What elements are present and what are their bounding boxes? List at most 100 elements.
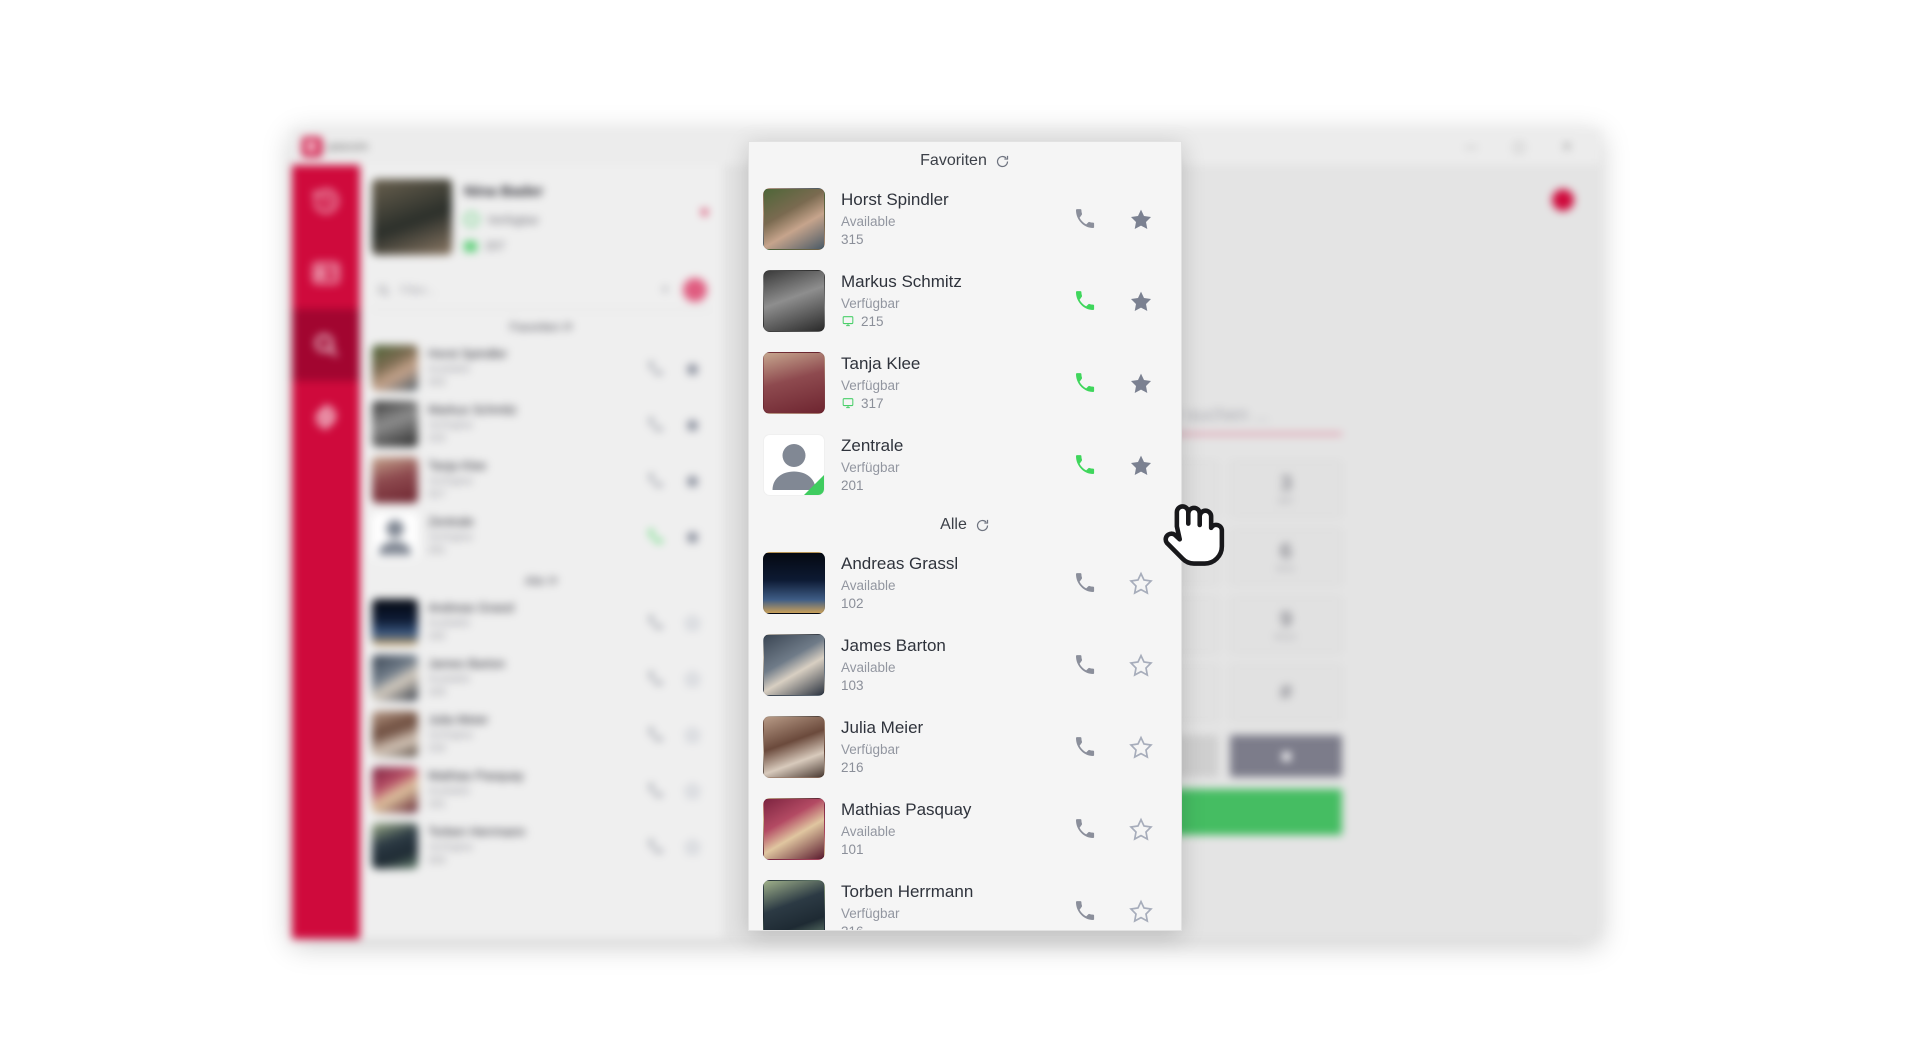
call-contact-button[interactable] [647,472,664,489]
maximize-button[interactable]: ▢ [1512,140,1526,154]
contact-meta: Mathias Pasquay Available 101 [825,799,1073,858]
favorite-toggle-button[interactable] [1129,735,1153,759]
call-contact-button[interactable] [1073,653,1097,677]
section-header-alle: Alle [749,506,1181,542]
contact-row[interactable]: Tanja Klee Verfügbar 317 [360,452,723,508]
contact-extension-row: 201 [841,477,1073,495]
favorite-toggle-button[interactable] [684,472,701,489]
contact-row[interactable]: James Barton Available 103 [749,624,1181,706]
favorite-toggle-button[interactable] [684,837,701,855]
contact-row[interactable]: Mathias Pasquay Available 101 [360,762,723,818]
contact-row[interactable]: Markus Schmitz Verfügbar 215 [749,260,1181,342]
contact-row[interactable]: Tanja Klee Verfügbar 317 [749,342,1181,424]
avatar [372,599,418,645]
call-contact-button[interactable] [1073,817,1097,841]
avatar [372,767,418,813]
call-contact-button[interactable] [1073,453,1097,477]
filter-action-button[interactable] [683,278,707,302]
sidebar-item-settings[interactable] [292,381,360,453]
contact-row[interactable]: Mathias Pasquay Available 101 [749,788,1181,870]
favorite-toggle-button[interactable] [1129,653,1153,677]
chevron-down-icon[interactable]: ▼ [698,205,711,220]
favorite-toggle-button[interactable] [684,781,701,799]
favorite-toggle-button[interactable] [684,528,701,545]
contact-row[interactable]: Horst Spindler Available 315 [749,178,1181,260]
call-contact-button[interactable] [647,528,664,545]
favorite-toggle-button[interactable] [684,416,701,433]
contact-actions [647,360,711,377]
contact-meta: Zentrale Verfügbar 201 [825,435,1073,494]
dialpad-key-9[interactable]: 9 wxyz [1230,597,1342,653]
contact-row[interactable]: Julia Meier Verfügbar 216 [749,706,1181,788]
contact-status: Available [841,659,896,675]
favorite-toggle-button[interactable] [684,669,701,687]
favorite-toggle-button[interactable] [1129,899,1153,923]
favorite-toggle-button[interactable] [1129,453,1153,477]
favorite-toggle-button[interactable] [1129,289,1153,313]
contact-name: Julia Meier [428,713,489,728]
contact-status: Verfügbar [841,295,900,311]
contact-status: Verfügbar [428,728,474,741]
refresh-icon[interactable] [995,154,1010,169]
favorite-toggle-button[interactable] [1129,371,1153,395]
contact-row[interactable]: Andreas Grassl Available 102 [360,594,723,650]
contact-row[interactable]: James Barton Available 103 [360,650,723,706]
minimize-button[interactable]: — [1464,140,1478,154]
contact-row[interactable]: Torben HerrmannVerfügbar316 [749,870,1181,930]
contact-name: James Barton [428,657,506,672]
avatar [763,634,825,696]
call-contact-button[interactable] [1073,371,1097,395]
favorite-toggle-button[interactable] [684,725,701,743]
call-contact-button[interactable] [647,782,664,799]
record-button[interactable] [1230,735,1342,777]
call-contact-button[interactable] [1073,735,1097,759]
sidebar-item-search[interactable] [292,309,360,381]
refresh-icon[interactable] [975,518,990,533]
section-header-favoriten: Favoriten [749,142,1181,178]
favorite-toggle-button[interactable] [684,613,701,631]
avatar [372,823,418,869]
section-title: Favoriten [920,152,987,169]
contact-actions [1073,289,1167,313]
close-button[interactable]: ✕ [1560,140,1574,154]
contact-row[interactable]: Markus Schmitz Verfügbar 215 [360,396,723,452]
current-user-name: Nina Bader [464,183,544,200]
filter-input[interactable]: Filter... [400,283,651,297]
contact-row[interactable]: Horst Spindler Available 315 [360,340,723,396]
contact-status: Available [428,784,471,797]
current-user-card[interactable]: Nina Bader Verfügbar 207 ▼ [360,165,723,265]
dialpad-key-6[interactable]: 6 mno [1230,529,1342,585]
contact-extension-row: 215 [841,313,1073,331]
call-contact-button[interactable] [647,614,664,631]
dialpad-key-3[interactable]: 3 def [1230,461,1342,517]
favorite-toggle-button[interactable] [1129,571,1153,595]
contact-meta: Zentrale Verfügbar 201 [428,515,637,557]
call-contact-button[interactable] [647,416,664,433]
avatar [372,401,418,447]
call-contact-button[interactable] [1073,207,1097,231]
call-contact-button[interactable] [647,838,664,855]
dialpad-close-button[interactable] [1552,189,1574,211]
call-contact-button[interactable] [1073,899,1097,923]
filter-bar[interactable]: Filter... ▼ [372,271,711,310]
contact-status: Verfügbar [428,474,474,487]
sidebar-item-history[interactable] [292,165,360,237]
contact-actions [647,472,711,489]
call-contact-button[interactable] [647,726,664,743]
chevron-down-icon[interactable]: ▼ [660,285,670,296]
contact-row[interactable]: Torben HerrmannVerfügbar316 [360,818,723,874]
contact-row[interactable]: Julia Meier Verfügbar 216 [360,706,723,762]
contact-extension: 201 [841,478,864,494]
contact-row[interactable]: Zentrale Verfügbar 201 [749,424,1181,506]
favorite-toggle-button[interactable] [1129,817,1153,841]
call-contact-button[interactable] [647,360,664,377]
dialpad-key-#[interactable]: # [1230,665,1342,721]
contact-row[interactable]: Zentrale Verfügbar 201 [360,508,723,564]
sidebar-item-contacts[interactable] [292,237,360,309]
favorite-toggle-button[interactable] [1129,207,1153,231]
call-contact-button[interactable] [1073,571,1097,595]
call-contact-button[interactable] [647,670,664,687]
contact-row[interactable]: Andreas Grassl Available 102 [749,542,1181,624]
favorite-toggle-button[interactable] [684,360,701,377]
call-contact-button[interactable] [1073,289,1097,313]
